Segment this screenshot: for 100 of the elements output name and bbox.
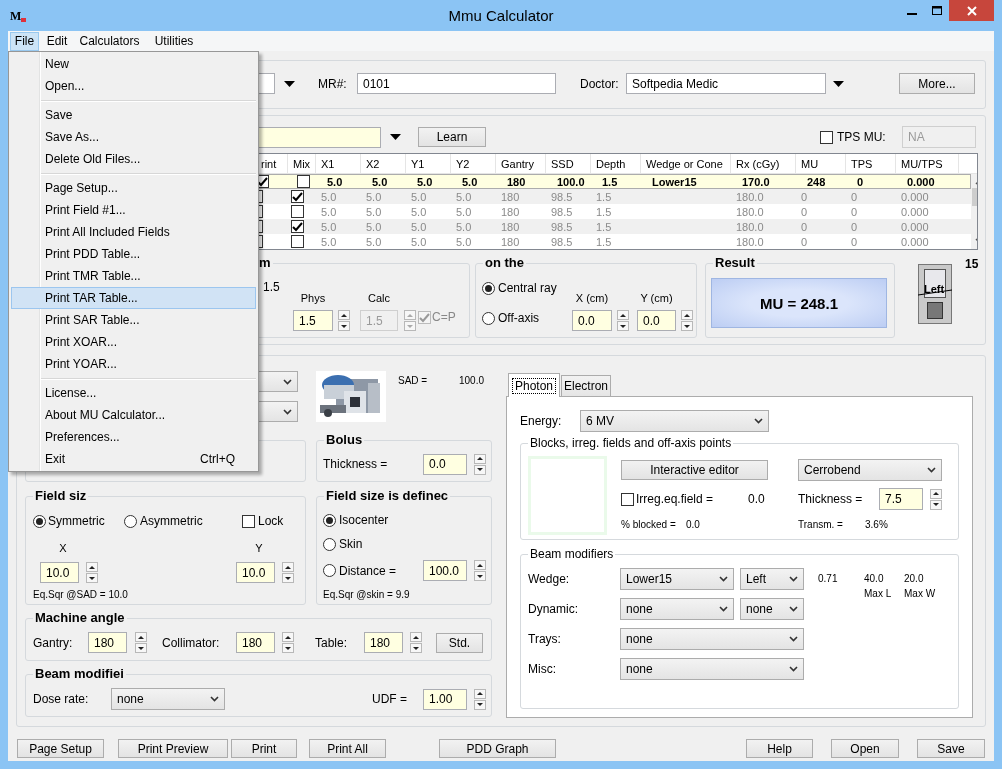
radio-button[interactable] [33, 514, 46, 528]
menu-item[interactable]: Print PDD Table... [11, 243, 256, 265]
footer-button[interactable]: Print Preview [118, 739, 228, 758]
dropdown-arrow-icon[interactable] [284, 80, 295, 87]
spinner[interactable] [681, 310, 693, 331]
menu-item[interactable]: About MU Calculator... [11, 404, 256, 426]
spinner[interactable] [86, 562, 98, 583]
table-cell-text: 1.5 [595, 189, 613, 204]
menu-item[interactable]: Save [11, 104, 256, 126]
number-field[interactable]: 10.0 [40, 562, 79, 583]
checkbox[interactable] [242, 514, 255, 528]
footer-button[interactable]: Page Setup [17, 739, 104, 758]
more-button[interactable]: More... [899, 73, 975, 94]
footer-button[interactable]: Help [746, 739, 813, 758]
menu-item[interactable]: File [10, 31, 39, 51]
menu-item[interactable]: Print TAR Table... [11, 287, 256, 309]
footer-button[interactable]: Print All [309, 739, 386, 758]
radio-button[interactable] [482, 281, 495, 295]
group-title: Field siz [34, 488, 88, 504]
checkbox[interactable] [291, 205, 304, 218]
radio-label: Off-axis [498, 311, 541, 325]
scrollbar[interactable] [971, 174, 977, 249]
checkbox[interactable] [297, 175, 310, 188]
number-field[interactable]: 1.5 [293, 310, 333, 331]
tab[interactable]: Electron [561, 375, 611, 396]
number-field[interactable]: 0.0 [637, 310, 676, 331]
close-icon [966, 5, 977, 16]
column-header: Mix [288, 154, 316, 173]
radio-button[interactable] [124, 514, 137, 528]
dropdown[interactable]: Lower15 [620, 568, 734, 590]
close-button[interactable] [949, 0, 994, 21]
table-cell-text: 5.0 [320, 204, 338, 219]
menu-item[interactable]: Utilities [146, 31, 202, 51]
checkbox[interactable] [621, 492, 634, 506]
checkbox[interactable] [291, 220, 304, 233]
menu-item[interactable]: Calculators [74, 31, 145, 51]
learn-button[interactable]: Learn [418, 127, 486, 147]
text-field[interactable]: Softpedia Medic [626, 73, 826, 94]
menu-item[interactable]: Exit Ctrl+Q [11, 448, 256, 470]
dropdown-arrow-icon[interactable] [833, 80, 844, 87]
column-header: Y1 [406, 154, 451, 173]
dropdown[interactable]: none [620, 658, 804, 680]
radio-button[interactable] [323, 537, 336, 551]
text-field[interactable]: 0101 [357, 73, 556, 94]
dropdown[interactable]: Cerrobend [798, 459, 942, 481]
table-cell-text: 5.0 [320, 234, 338, 249]
number-field[interactable]: 0.0 [572, 310, 612, 331]
menu-item[interactable]: Preferences... [11, 426, 256, 448]
number-field[interactable]: 1.00 [423, 688, 467, 710]
dropdown[interactable]: none [740, 598, 804, 620]
menu-item[interactable]: Print TMR Table... [11, 265, 256, 287]
radio-button[interactable] [323, 513, 336, 527]
radio-button[interactable] [482, 311, 495, 325]
table-cell-text: 5.0 [365, 189, 383, 204]
number-field[interactable]: 100.0 [423, 560, 467, 581]
number-field[interactable]: 180 [364, 632, 403, 653]
number-field[interactable]: 180 [88, 632, 127, 653]
editor-button[interactable]: Interactive editor [621, 460, 768, 480]
spinner[interactable] [474, 453, 486, 475]
footer-button[interactable]: Print [231, 739, 297, 758]
spinner[interactable] [474, 560, 486, 581]
menu-item[interactable]: New [11, 53, 256, 75]
number-field[interactable]: 0.0 [423, 453, 467, 475]
spinner[interactable] [410, 632, 422, 653]
dropdown[interactable]: none [620, 598, 734, 620]
footer-button[interactable]: Open [831, 739, 899, 758]
checkbox[interactable] [291, 190, 304, 203]
graph-button[interactable]: PDD Graph [439, 739, 556, 758]
spinner[interactable] [617, 310, 629, 331]
menu-item[interactable]: Edit [40, 31, 74, 51]
chevron-icon [210, 696, 219, 702]
dropdown[interactable]: none [620, 628, 804, 650]
table-cell-text: 5.0 [461, 175, 479, 188]
dropdown[interactable]: 6 MV [580, 410, 769, 432]
menu-item[interactable]: Print XOAR... [11, 331, 256, 353]
radio-button[interactable] [323, 564, 336, 577]
checkbox[interactable] [418, 311, 431, 324]
spinner[interactable] [474, 688, 486, 710]
checkbox[interactable] [291, 235, 304, 248]
spinner[interactable] [282, 562, 294, 583]
menu-item[interactable]: Print SAR Table... [11, 309, 256, 331]
std-button[interactable]: Std. [436, 632, 483, 653]
footer-button[interactable]: Save [917, 739, 985, 758]
menu-item[interactable]: Save As... [11, 126, 256, 148]
menu-item[interactable]: Print YOAR... [11, 353, 256, 375]
number-field[interactable]: 7.5 [879, 488, 923, 510]
spinner[interactable] [135, 632, 147, 653]
spinner[interactable] [930, 488, 942, 510]
menu-item[interactable]: Open... [11, 75, 256, 97]
menu-item[interactable]: License... [11, 382, 256, 404]
dropdown[interactable]: Left [740, 568, 804, 590]
spinner[interactable] [282, 632, 294, 653]
tab[interactable]: Photon [508, 373, 560, 397]
number-field[interactable]: 180 [236, 632, 275, 653]
number-field[interactable]: 10.0 [236, 562, 275, 583]
dropdown-arrow-icon[interactable] [390, 134, 401, 140]
info-label: Transm. = [798, 519, 844, 531]
spinner[interactable] [338, 310, 350, 331]
dropdown[interactable]: none [111, 688, 225, 710]
checkbox[interactable] [820, 130, 833, 144]
